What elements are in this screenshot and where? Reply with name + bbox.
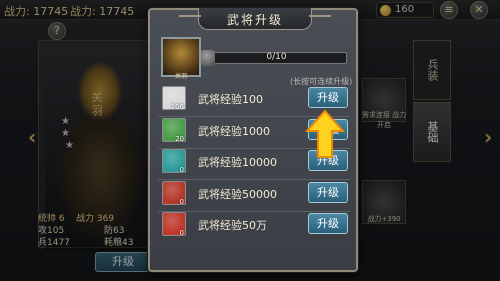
dialog-title: 武将升级 [226, 13, 283, 27]
scroll-white-icon: 106 [162, 86, 186, 111]
upgrade-button[interactable]: 升级 [308, 213, 348, 234]
item-count: 106 [170, 103, 184, 111]
exp-item-row: 0 武将经验50万 升级 [158, 210, 350, 240]
item-count: 0 [179, 166, 184, 174]
exp-progress-bar: 0/10 [201, 50, 347, 66]
item-name: 武将经验10000 [198, 156, 277, 169]
exp-progress-text: 0/10 [266, 52, 287, 62]
item-count: 0 [179, 198, 184, 206]
item-name: 武将经验1000 [198, 125, 270, 138]
bag-red-icon: 0 [162, 181, 186, 206]
book-teal-icon: 0 [162, 149, 186, 174]
item-name: 武将经验100 [198, 93, 263, 106]
item-name: 武将经验50万 [198, 219, 267, 232]
book-green-icon: 20 [162, 118, 186, 143]
upgrade-button[interactable]: 升级 [308, 182, 348, 203]
item-count: 20 [175, 135, 184, 143]
upgrade-button[interactable]: 升级 [308, 87, 348, 108]
tutorial-arrow-icon [305, 109, 345, 158]
item-name: 武将经验50000 [198, 188, 277, 201]
bag-crimson-icon: 0 [162, 212, 186, 237]
hero-avatar-caption: 关羽 [174, 73, 187, 80]
dialog-title-plate: 武将升级 [179, 8, 331, 30]
exp-item-row: 0 武将经验50000 升级 [158, 179, 350, 212]
item-count: 0 [179, 229, 184, 237]
